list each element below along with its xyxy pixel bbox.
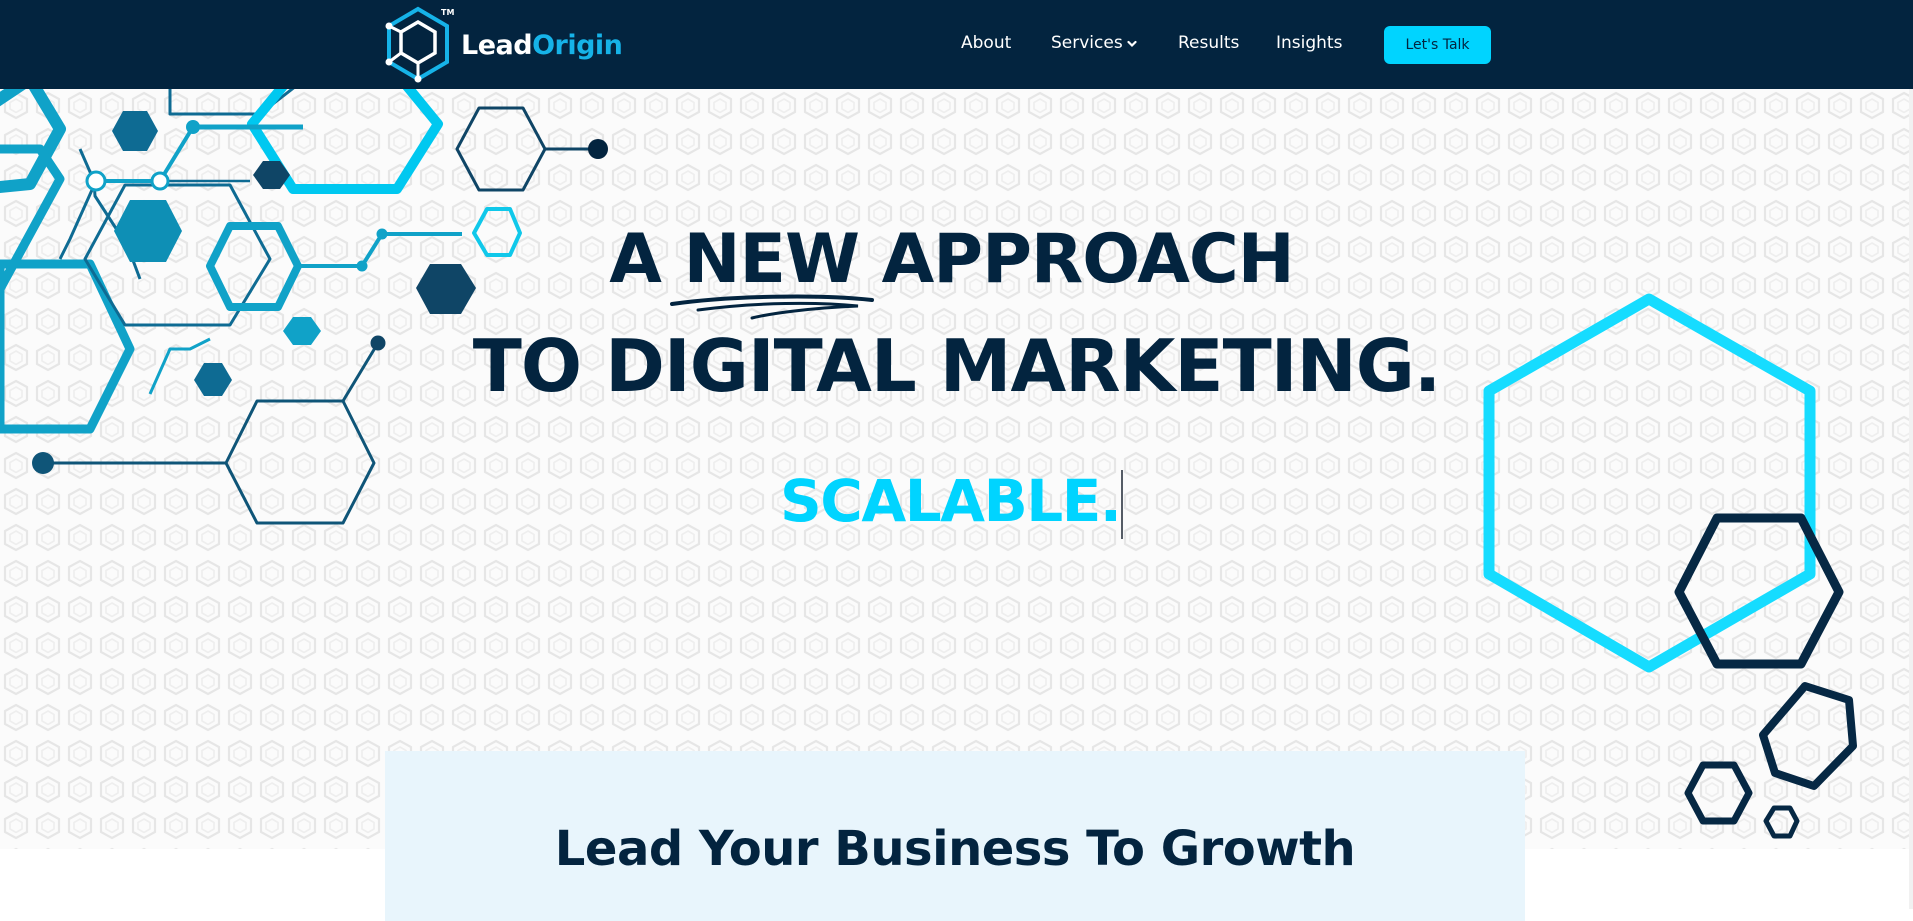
growth-section: Lead Your Business To Growth — [385, 751, 1525, 921]
hero-headline-line-2: TO DIGITAL MARKETING. — [472, 324, 1441, 408]
chevron-down-icon[interactable] — [1127, 40, 1137, 48]
hero-section: A NEW APPROACH TO DIGITAL MARKETING. SCA… — [0, 89, 1913, 849]
nav-link-about[interactable]: About — [961, 33, 1011, 53]
typing-caret — [1121, 470, 1123, 539]
logo-link[interactable]: TM LeadOrigin — [383, 6, 623, 84]
rotating-word-text: SCALABLE. — [780, 467, 1122, 535]
page-scrollbar[interactable] — [1909, 89, 1913, 909]
nav-link-results[interactable]: Results — [1178, 33, 1239, 53]
handdrawn-underline-decoration — [670, 294, 874, 320]
growth-section-title: Lead Your Business To Growth — [554, 821, 1356, 877]
nav-link-services[interactable]: Services — [1051, 33, 1123, 53]
logo-origin-text: Origin — [532, 30, 623, 61]
nav-link-insights[interactable]: Insights — [1276, 33, 1342, 53]
headline-suffix: APPROACH — [858, 220, 1295, 299]
headline-emphasis-new: NEW — [683, 220, 860, 299]
lets-talk-button[interactable]: Let's Talk — [1384, 26, 1491, 64]
logo-lead-text: Lead — [461, 30, 533, 61]
hexagon-logo-icon — [385, 6, 449, 83]
trademark-mark: TM — [441, 8, 455, 17]
logo-wordmark: LeadOrigin — [461, 30, 623, 61]
hero-headline-line-1: A NEW APPROACH — [0, 220, 1908, 299]
top-navbar: TM LeadOrigin About Services Results Ins… — [0, 0, 1913, 89]
headline-prefix: A — [609, 220, 684, 299]
